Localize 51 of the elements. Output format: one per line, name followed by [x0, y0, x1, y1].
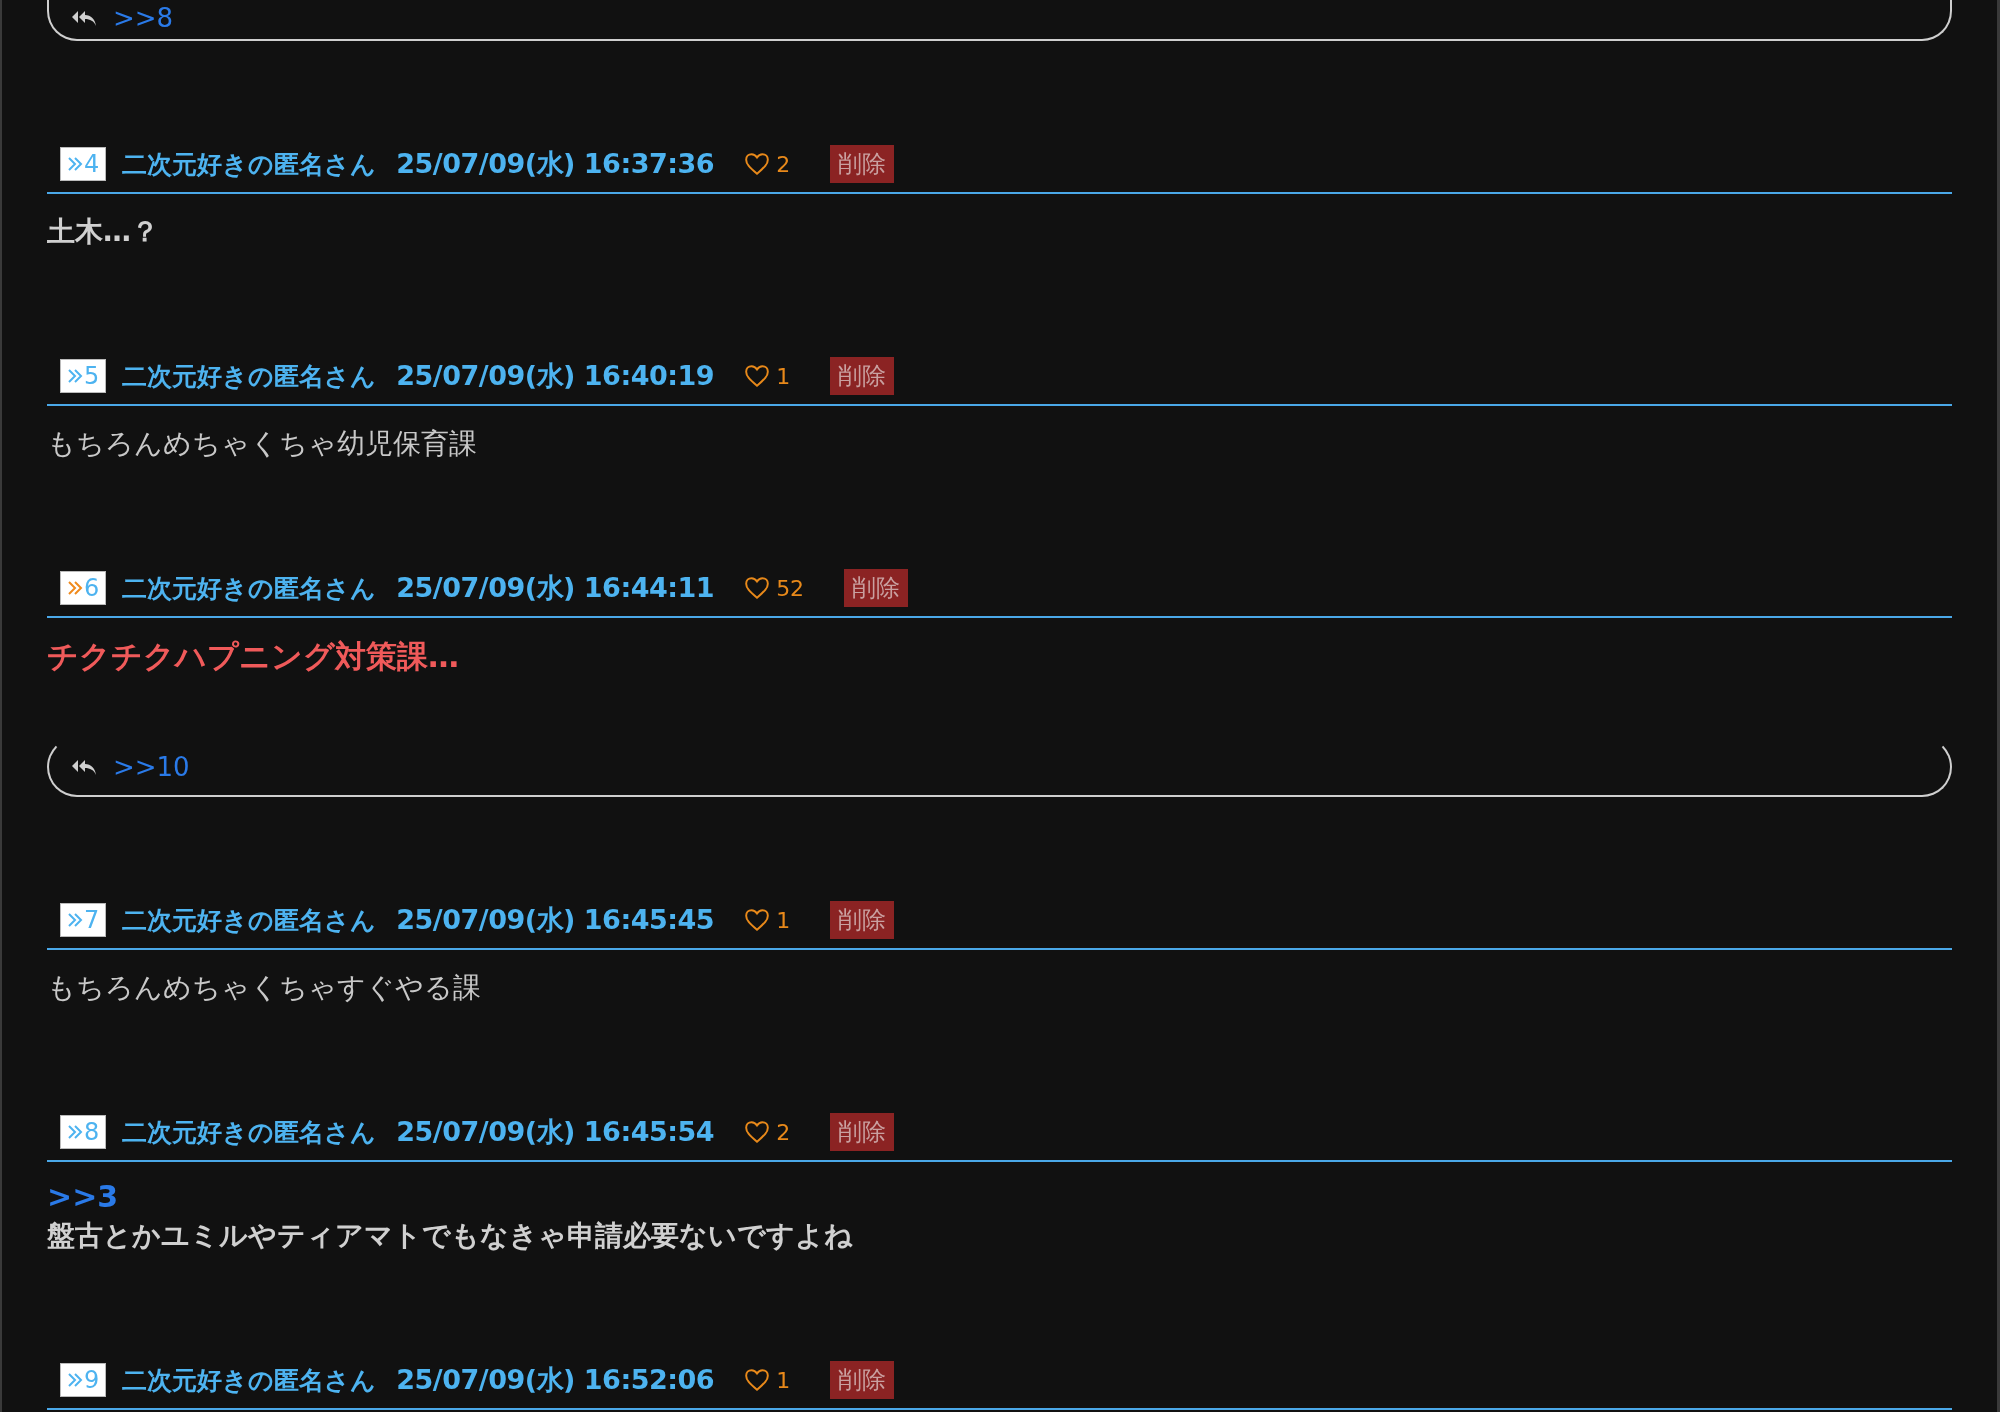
like-count: 1	[776, 1367, 791, 1393]
like-count: 1	[776, 363, 791, 389]
delete-button[interactable]: 削除	[830, 1113, 895, 1151]
like-count: 1	[776, 907, 791, 933]
heart-icon[interactable]	[744, 576, 771, 600]
delete-button[interactable]: 削除	[830, 1361, 895, 1399]
poster-name: 二次元好きの匿名さん	[122, 148, 377, 181]
post-number[interactable]: 8	[60, 1115, 107, 1149]
double-chevron-icon	[67, 912, 83, 928]
post-text: 土木…？	[47, 214, 160, 250]
heart-icon[interactable]	[744, 908, 771, 932]
heart-icon[interactable]	[744, 152, 771, 176]
post-text: チクチクハプニング対策課…	[47, 637, 460, 676]
post-text: 盤古とかユミルやティアマトでもなきゃ申請必要ないですよね	[47, 1218, 854, 1254]
reply-anchor-link[interactable]: >>3	[47, 1179, 1952, 1215]
reply-link[interactable]: >>10	[113, 752, 190, 782]
like-count: 52	[776, 575, 805, 601]
like-count: 2	[776, 1119, 791, 1145]
poster-name: 二次元好きの匿名さん	[122, 904, 377, 937]
post-number[interactable]: 4	[60, 147, 107, 181]
post-date: 25/07/09(水) 16:52:06	[396, 1363, 715, 1397]
double-chevron-icon	[67, 580, 83, 596]
post-date: 25/07/09(水) 16:45:45	[396, 903, 715, 937]
delete-button[interactable]: 削除	[830, 901, 895, 939]
post-number[interactable]: 5	[60, 359, 107, 393]
reply-link[interactable]: >>8	[113, 2, 174, 33]
delete-button[interactable]: 削除	[830, 145, 895, 183]
double-chevron-icon	[67, 1124, 83, 1140]
post-number[interactable]: 7	[60, 903, 107, 937]
post-date: 25/07/09(水) 16:40:19	[396, 359, 715, 393]
poster-name: 二次元好きの匿名さん	[122, 1364, 377, 1397]
reply-all-icon	[71, 758, 97, 776]
double-chevron-icon	[67, 1372, 83, 1388]
post-number[interactable]: 6	[60, 571, 107, 605]
double-chevron-icon	[67, 156, 83, 172]
post-date: 25/07/09(水) 16:44:11	[396, 571, 715, 605]
delete-button[interactable]: 削除	[844, 569, 909, 607]
post-date: 25/07/09(水) 16:37:36	[396, 147, 715, 181]
post-number[interactable]: 9	[60, 1363, 107, 1397]
poster-name: 二次元好きの匿名さん	[122, 1116, 377, 1149]
poster-name: 二次元好きの匿名さん	[122, 572, 377, 605]
heart-icon[interactable]	[744, 364, 771, 388]
post-text: もちろんめちゃくちゃすぐやる課	[47, 970, 482, 1006]
post-text: もちろんめちゃくちゃ幼児保育課	[47, 426, 478, 462]
heart-icon[interactable]	[744, 1368, 771, 1392]
poster-name: 二次元好きの匿名さん	[122, 360, 377, 393]
post-date: 25/07/09(水) 16:45:54	[396, 1115, 715, 1149]
double-chevron-icon	[67, 368, 83, 384]
delete-button[interactable]: 削除	[830, 357, 895, 395]
like-count: 2	[776, 151, 791, 177]
heart-icon[interactable]	[744, 1120, 771, 1144]
